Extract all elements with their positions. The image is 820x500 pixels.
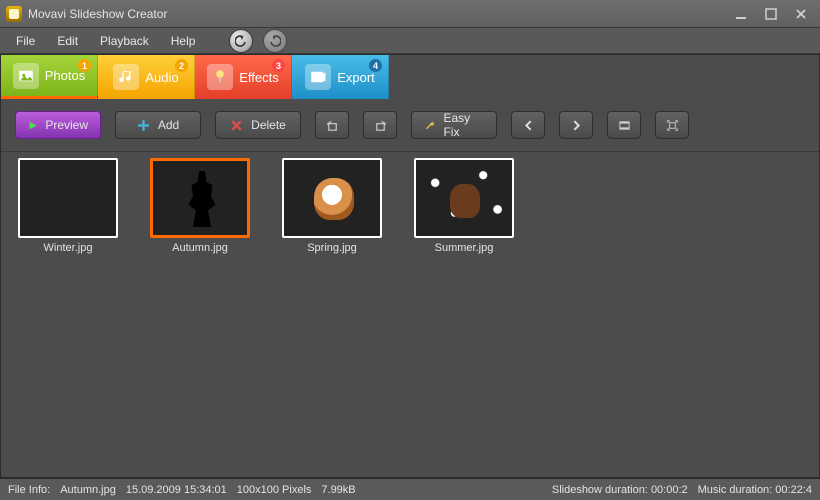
music-label: Music duration: [698, 484, 773, 496]
chevron-left-icon [522, 119, 535, 132]
filmstrip-icon [618, 119, 631, 132]
effects-icon [207, 64, 233, 90]
thumbnail-caption: Winter.jpg [15, 242, 121, 254]
thumbnail-image [150, 158, 250, 238]
plus-icon [137, 119, 150, 132]
x-icon [230, 119, 243, 132]
slideshow-value: 00:00:2 [651, 484, 688, 496]
rotate-left-icon [326, 119, 339, 132]
status-dims: 100x100 Pixels [237, 484, 312, 496]
status-date: 15.09.2009 15:34:01 [126, 484, 227, 496]
export-icon [305, 64, 331, 90]
rotate-left-button[interactable] [315, 111, 349, 139]
next-button[interactable] [559, 111, 593, 139]
thumbnail-caption: Spring.jpg [279, 242, 385, 254]
tab-photos-badge: 1 [78, 59, 91, 72]
play-icon [28, 119, 37, 132]
easyfix-label: Easy Fix [443, 111, 484, 139]
tab-effects-label: Effects [239, 70, 279, 85]
menu-file[interactable]: File [6, 31, 45, 51]
tab-export[interactable]: Export 4 [292, 55, 389, 99]
minimize-button[interactable] [728, 5, 754, 23]
tab-audio-label: Audio [145, 70, 178, 85]
thumbnail[interactable]: Spring.jpg [279, 158, 385, 254]
audio-icon [113, 64, 139, 90]
status-size: 7.99kB [321, 484, 355, 496]
thumbnail[interactable]: Winter.jpg [15, 158, 121, 254]
preview-button[interactable]: Preview [15, 111, 101, 139]
menu-playback[interactable]: Playback [90, 31, 159, 51]
thumbnail[interactable]: Summer.jpg [411, 158, 517, 254]
preview-label: Preview [45, 118, 88, 132]
redo-button[interactable] [263, 29, 287, 53]
fileinfo-label: File Info: [8, 484, 50, 496]
tab-photos[interactable]: Photos 1 [1, 55, 98, 99]
toolbar: Preview Add Delete Easy Fix [1, 99, 819, 152]
menu-bar: File Edit Playback Help [0, 28, 820, 54]
thumbnail-image [18, 158, 118, 238]
wand-icon [424, 119, 435, 132]
menu-help[interactable]: Help [161, 31, 206, 51]
tab-audio-badge: 2 [175, 59, 188, 72]
fit-screen-button[interactable] [655, 111, 689, 139]
delete-button[interactable]: Delete [215, 111, 301, 139]
close-button[interactable] [788, 5, 814, 23]
tab-export-badge: 4 [369, 59, 382, 72]
add-button[interactable]: Add [115, 111, 201, 139]
title-bar: Movavi Slideshow Creator [0, 0, 820, 28]
undo-button[interactable] [229, 29, 253, 53]
window-title: Movavi Slideshow Creator [28, 7, 167, 21]
maximize-button[interactable] [758, 5, 784, 23]
view-filmstrip-button[interactable] [607, 111, 641, 139]
tab-effects[interactable]: Effects 3 [195, 55, 292, 99]
thumbnail[interactable]: Autumn.jpg [147, 158, 253, 254]
add-label: Add [158, 118, 179, 132]
thumbnail-caption: Summer.jpg [411, 242, 517, 254]
rotate-right-icon [374, 119, 387, 132]
tab-effects-badge: 3 [272, 59, 285, 72]
delete-label: Delete [251, 118, 286, 132]
thumbnail-caption: Autumn.jpg [147, 242, 253, 254]
photos-icon [13, 63, 39, 89]
prev-button[interactable] [511, 111, 545, 139]
slideshow-label: Slideshow duration: [552, 484, 648, 496]
music-value: 00:22:4 [775, 484, 812, 496]
chevron-right-icon [570, 119, 583, 132]
rotate-right-button[interactable] [363, 111, 397, 139]
tab-audio[interactable]: Audio 2 [98, 55, 195, 99]
thumbnail-image [414, 158, 514, 238]
thumbnail-image [282, 158, 382, 238]
menu-edit[interactable]: Edit [47, 31, 88, 51]
photo-gallery: Winter.jpg Autumn.jpg Spring.jpg Summer.jpg [1, 152, 819, 477]
fit-icon [666, 119, 679, 132]
app-icon [6, 6, 22, 22]
tab-bar: Photos 1 Audio 2 Effects 3 Export 4 [1, 55, 819, 99]
tab-export-label: Export [337, 70, 375, 85]
status-filename: Autumn.jpg [60, 484, 116, 496]
easyfix-button[interactable]: Easy Fix [411, 111, 497, 139]
status-bar: File Info: Autumn.jpg 15.09.2009 15:34:0… [0, 478, 820, 500]
